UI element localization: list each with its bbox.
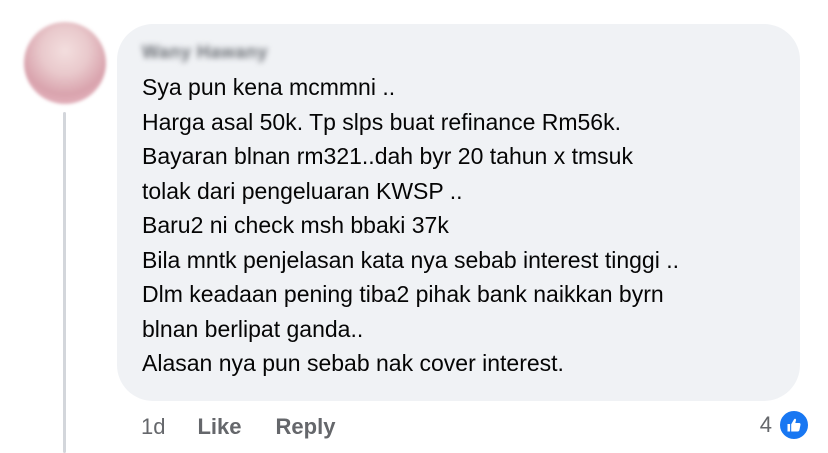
comment-line: Sya pun kena mcmmni .. [142, 74, 396, 100]
thumbs-up-icon [778, 409, 810, 441]
comment-line: blnan berlipat ganda.. [142, 315, 364, 342]
comment-text: Sya pun kena mcmmni .. Harga asal 50k. T… [142, 70, 792, 381]
like-button[interactable]: Like [197, 414, 241, 440]
comment-line: Alasan nya pun sebab nak cover interest. [142, 350, 564, 376]
comment-line: Dlm keadaan pening tiba2 pihak bank naik… [142, 281, 664, 307]
reply-button[interactable]: Reply [276, 414, 336, 440]
reaction-count: 4 [759, 412, 772, 437]
comment-line: Harga asal 50k. Tp slps buat refinance R… [142, 108, 621, 135]
comment-line: Bayaran blnan rm321..dah byr 20 tahun x … [142, 143, 633, 169]
comment-line: tolak dari pengeluaran KWSP .. [142, 177, 463, 204]
thread-line [63, 112, 66, 453]
comment-line: Bila mntk penjelasan kata nya sebab inte… [142, 246, 679, 273]
avatar[interactable] [24, 22, 106, 104]
comment-actions: 1d Like Reply [141, 414, 369, 440]
reaction-summary[interactable]: 4 [760, 409, 810, 441]
timestamp[interactable]: 1d [141, 414, 165, 440]
comment-line: Baru2 ni check msh bbaki 37k [142, 212, 449, 238]
comment-author[interactable]: Wany Hawany [142, 42, 268, 63]
